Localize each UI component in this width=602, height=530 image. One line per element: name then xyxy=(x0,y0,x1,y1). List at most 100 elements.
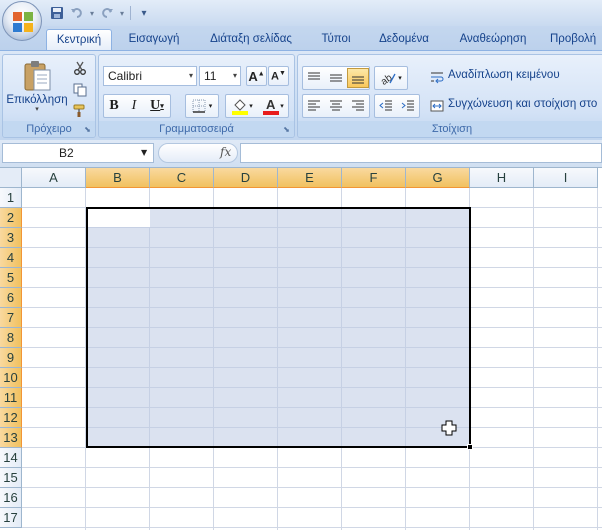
merge-center-button[interactable]: Συγχώνευση και στοίχιση στο xyxy=(448,98,597,110)
align-middle-button[interactable] xyxy=(325,68,347,88)
selected-range[interactable] xyxy=(86,207,471,448)
tab-page-layout[interactable]: Διάταξη σελίδας xyxy=(202,29,300,50)
borders-button[interactable]: ▾ xyxy=(185,94,219,118)
row-gridline xyxy=(22,487,602,488)
column-header-f[interactable]: F xyxy=(342,168,406,188)
font-color-dropdown-icon[interactable]: ▾ xyxy=(280,102,284,110)
row-header-11[interactable]: 11 xyxy=(0,388,22,408)
office-button[interactable] xyxy=(2,1,42,41)
row-header-15[interactable]: 15 xyxy=(0,468,22,488)
row-header-2[interactable]: 2 xyxy=(0,208,22,228)
italic-button[interactable]: I xyxy=(124,96,144,116)
row-header-8[interactable]: 8 xyxy=(0,328,22,348)
font-name-combo[interactable]: Calibri ▾ xyxy=(103,66,197,86)
fill-and-font-color-group: ▾ A ▾ xyxy=(225,94,289,118)
title-bar: ▾ ▾ ▾ xyxy=(0,0,602,26)
tab-formulas[interactable]: Τύποι xyxy=(310,29,362,50)
grow-font-button[interactable]: A▲ xyxy=(246,66,267,86)
worksheet-grid[interactable]: ABCDEFGHI 1 2 3 4 5 6 7 8 9 10 11 12 13 14 15 16 17 xyxy=(0,168,602,530)
align-right-button[interactable] xyxy=(347,96,369,116)
redo-dropdown-icon[interactable]: ▾ xyxy=(118,4,126,22)
alignment-group: ab ▾ Αναδίπλωση κειμένου Συγχώνευση και … xyxy=(297,54,602,138)
column-header-h[interactable]: H xyxy=(470,168,534,188)
align-top-button[interactable] xyxy=(303,68,325,88)
tab-home[interactable]: Κεντρική xyxy=(46,29,112,50)
tab-review[interactable]: Αναθεώρηση xyxy=(450,29,536,50)
paste-button[interactable]: Επικόλληση ▾ xyxy=(6,57,68,115)
undo-dropdown-icon[interactable]: ▾ xyxy=(88,4,96,22)
row-header-5[interactable]: 5 xyxy=(0,268,22,288)
column-header-i[interactable]: I xyxy=(534,168,598,188)
copy-button[interactable] xyxy=(71,81,89,99)
fill-color-dropdown-icon[interactable]: ▾ xyxy=(249,102,253,110)
formula-input[interactable] xyxy=(240,143,602,163)
row-header-1[interactable]: 1 xyxy=(0,188,22,208)
column-header-e[interactable]: E xyxy=(278,168,342,188)
column-header-a[interactable]: A xyxy=(22,168,86,188)
row-header-9[interactable]: 9 xyxy=(0,348,22,368)
orientation-button[interactable]: ab ▾ xyxy=(374,66,408,90)
paste-dropdown-icon[interactable]: ▾ xyxy=(35,105,39,113)
underline-dropdown-icon[interactable]: ▾ xyxy=(160,102,164,110)
name-box-dropdown-icon[interactable]: ▼ xyxy=(141,148,147,157)
font-launcher-icon[interactable]: ⬊ xyxy=(282,125,291,134)
column-gridline xyxy=(597,188,598,530)
align-bottom-button[interactable] xyxy=(347,68,369,88)
save-icon[interactable] xyxy=(48,4,66,22)
insert-function-button[interactable]: fx xyxy=(220,145,231,159)
select-all-button[interactable] xyxy=(0,168,22,188)
wrap-text-icon[interactable] xyxy=(428,68,446,86)
bold-icon: B xyxy=(109,98,119,113)
merge-center-icon[interactable] xyxy=(428,97,446,115)
tab-insert[interactable]: Εισαγωγή xyxy=(120,29,188,50)
decrease-indent-icon xyxy=(379,100,392,111)
row-header-14[interactable]: 14 xyxy=(0,448,22,468)
font-group-label: Γραμματοσειρά xyxy=(99,121,294,137)
undo-icon[interactable] xyxy=(68,4,86,22)
shrink-font-button[interactable]: A▼ xyxy=(268,66,289,86)
fill-color-button[interactable]: ▾ xyxy=(226,96,258,116)
column-header-c[interactable]: C xyxy=(150,168,214,188)
quick-access-toolbar: ▾ ▾ ▾ xyxy=(48,4,153,22)
format-painter-icon xyxy=(73,104,85,117)
align-left-button[interactable] xyxy=(303,96,325,116)
cut-button[interactable] xyxy=(71,59,89,77)
font-name-dropdown-icon[interactable]: ▾ xyxy=(189,67,193,85)
column-header-g[interactable]: G xyxy=(406,168,470,188)
increase-indent-button[interactable] xyxy=(397,96,419,116)
column-header-d[interactable]: D xyxy=(214,168,278,188)
tab-view[interactable]: Προβολή xyxy=(550,29,602,50)
font-size-dropdown-icon[interactable]: ▾ xyxy=(233,67,237,85)
column-header-b[interactable]: B xyxy=(86,168,150,188)
row-header-7[interactable]: 7 xyxy=(0,308,22,328)
row-header-12[interactable]: 12 xyxy=(0,408,22,428)
underline-button[interactable]: U ▾ xyxy=(144,96,170,116)
align-center-button[interactable] xyxy=(325,96,347,116)
name-box[interactable]: B2 xyxy=(2,143,154,163)
fill-handle[interactable] xyxy=(467,444,473,450)
tab-data[interactable]: Δεδομένα xyxy=(372,29,436,50)
row-header-3[interactable]: 3 xyxy=(0,228,22,248)
decrease-indent-button[interactable] xyxy=(375,96,397,116)
active-cell[interactable] xyxy=(88,209,150,227)
font-size-combo[interactable]: 11 ▾ xyxy=(199,66,241,86)
font-color-button[interactable]: A ▾ xyxy=(258,96,288,116)
text-orientation-icon: ab xyxy=(380,72,396,85)
row-header-17[interactable]: 17 xyxy=(0,508,22,528)
font-name-value: Calibri xyxy=(108,69,143,83)
format-painter-button[interactable] xyxy=(71,102,89,120)
row-header-13[interactable]: 13 xyxy=(0,428,22,448)
row-header-4[interactable]: 4 xyxy=(0,248,22,268)
orientation-dropdown-icon[interactable]: ▾ xyxy=(398,74,402,82)
wrap-text-button[interactable]: Αναδίπλωση κειμένου xyxy=(448,69,560,81)
clipboard-launcher-icon[interactable]: ⬊ xyxy=(83,125,92,134)
copy-icon xyxy=(73,83,87,97)
column-gridline xyxy=(533,188,534,530)
redo-icon[interactable] xyxy=(98,4,116,22)
row-header-16[interactable]: 16 xyxy=(0,488,22,508)
row-header-10[interactable]: 10 xyxy=(0,368,22,388)
bold-button[interactable]: B xyxy=(104,96,124,116)
borders-dropdown-icon[interactable]: ▾ xyxy=(209,102,213,110)
row-header-6[interactable]: 6 xyxy=(0,288,22,308)
customize-qat-icon[interactable]: ▾ xyxy=(135,4,153,22)
